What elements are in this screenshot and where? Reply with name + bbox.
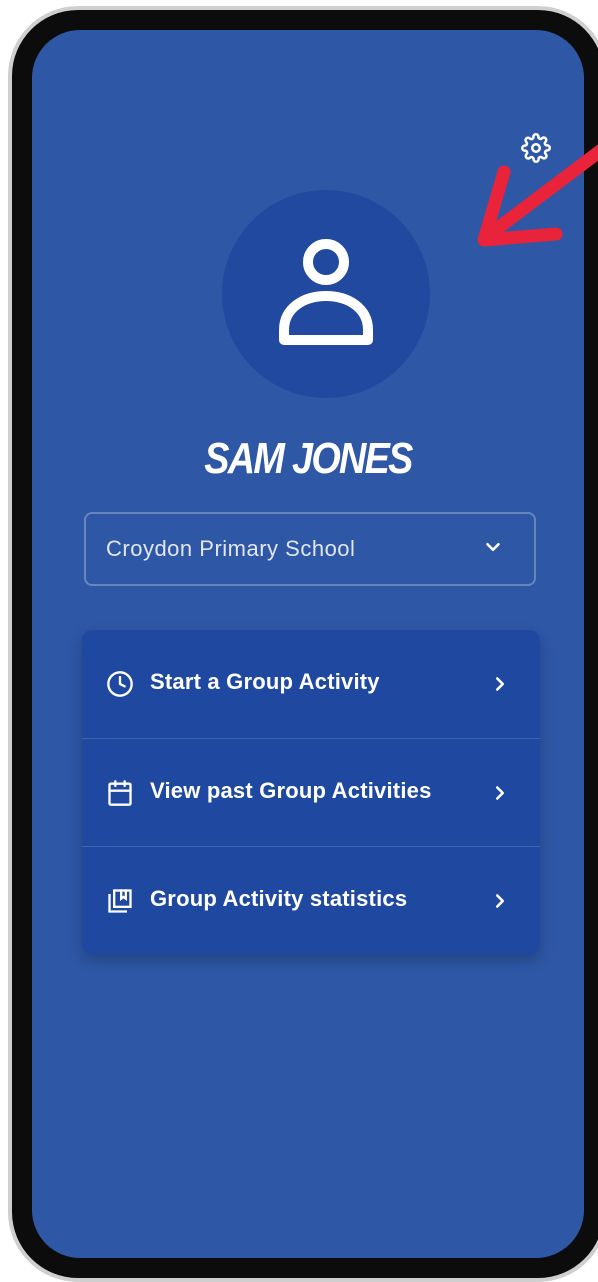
chevron-right-icon bbox=[488, 889, 512, 913]
chevron-down-icon bbox=[482, 536, 504, 563]
menu-item-label: Start a Group Activity bbox=[150, 669, 380, 694]
school-select-value: Croydon Primary School bbox=[106, 536, 356, 561]
chevron-right-icon bbox=[488, 781, 512, 805]
chevron-right-icon bbox=[488, 672, 512, 696]
menu-item-start-group-activity[interactable]: Start a Group Activity bbox=[82, 630, 540, 738]
calendar-icon bbox=[104, 777, 136, 809]
gear-icon bbox=[521, 132, 551, 168]
app-screen: SAM JONES Croydon Primary School Start a… bbox=[32, 30, 584, 1258]
user-name: SAM JONES bbox=[204, 434, 413, 483]
user-icon bbox=[276, 236, 376, 353]
statistics-book-icon bbox=[104, 885, 136, 917]
menu-item-group-activity-statistics[interactable]: Group Activity statistics bbox=[82, 846, 540, 954]
menu-item-label: View past Group Activities bbox=[150, 777, 432, 803]
avatar bbox=[222, 190, 430, 398]
menu-item-view-past-group-activities[interactable]: View past Group Activities bbox=[82, 738, 540, 846]
activity-menu: Start a Group Activity View past Group A… bbox=[82, 630, 540, 954]
menu-item-label: Group Activity statistics bbox=[150, 885, 408, 911]
school-select[interactable]: Croydon Primary School bbox=[84, 512, 536, 586]
settings-button[interactable] bbox=[518, 132, 554, 168]
phone-frame: SAM JONES Croydon Primary School Start a… bbox=[8, 6, 598, 1282]
phone-bezel: SAM JONES Croydon Primary School Start a… bbox=[12, 10, 598, 1278]
clock-icon bbox=[104, 668, 136, 700]
